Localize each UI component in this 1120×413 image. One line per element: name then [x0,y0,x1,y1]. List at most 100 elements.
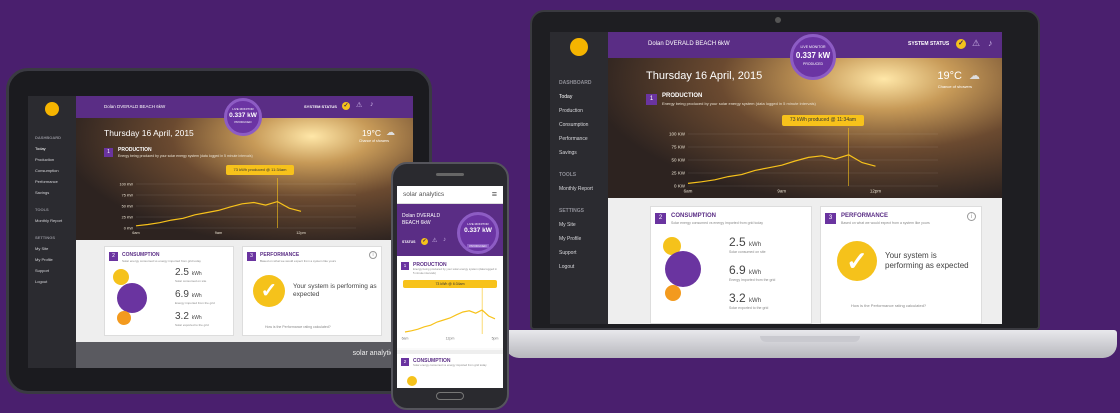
tablet-sidebar-item-my-profile[interactable]: My Profile [35,254,76,265]
tablet-consumed-value: 2.5 [175,267,189,278]
phone-consumption-desc: Solar energy consumed vs energy imported… [413,363,487,367]
tablet-exported-value-row: 3.2 kWh [175,311,202,322]
tablet-sidebar-item-logout[interactable]: Logout [35,276,76,287]
tablet-imported-value: 6.9 [175,289,189,300]
phone-live-monitor-badge: LIVE MONITOR 0.337 kW PRODUCED [457,212,499,254]
tablet-sidebar-item-production[interactable]: Production [35,154,76,165]
phone-chart-x-tick-label: 6am [402,337,409,341]
consumed-value: 2.5 [729,235,746,249]
sidebar-item-savings[interactable]: Savings [559,146,608,160]
check-icon: ✓ [837,241,877,281]
tablet-sidebar: DASHBOARD Today Production Consumption P… [28,96,76,368]
tablet-site-name: Dolan DVERALD BEACH 6kW [104,104,166,109]
consumed-label: Solar consumed on site [729,250,766,254]
sidebar-heading-dashboard: DASHBOARD [559,80,592,86]
tablet-sidebar-item-performance[interactable]: Performance [35,176,76,187]
live-monitor-value: 0.337 kW [795,51,831,60]
laptop-chart-y-tick-label: 100 KW [669,132,686,137]
notification-bell-icon[interactable]: ♪ [988,38,993,48]
performance-question[interactable]: How is the Performance rating calculated… [851,303,926,308]
tablet-sidebar-item-consumption[interactable]: Consumption [35,165,76,176]
phone-live-monitor-sub: PRODUCED [467,244,489,248]
tablet-imported-label: Energy imported from the grid [175,301,215,305]
tablet-consumed-unit: kWh [191,271,202,277]
production-chart: 100 KW75 KW50 KW25 KW0 KW6am 9am 12pm [669,128,938,194]
performance-card: 3 PERFORMANCE Based on what we would exp… [820,206,982,324]
tablet-sidebar-item-today[interactable]: Today [35,143,76,154]
tablet-performance-card: 3 PERFORMANCE Based on what we would exp… [242,246,382,336]
consumed-value-row: 2.5 kWh [729,235,761,249]
info-icon[interactable]: i [967,212,976,221]
imported-value-row: 6.9 kWh [729,263,761,277]
tablet-status-check-icon[interactable]: ✓ [342,102,350,110]
tablet-sidebar-item-savings[interactable]: Savings [35,187,76,198]
phone-live-monitor-caption: LIVE MONITOR [467,222,489,226]
sidebar-item-consumption[interactable]: Consumption [559,118,608,132]
solar-export-circle [665,285,681,301]
tablet-imported-value-row: 6.9 kWh [175,289,202,300]
sidebar-heading-tools: TOOLS [559,172,577,178]
phone-home-button[interactable] [436,392,464,400]
phone-status-label: STATUS [402,240,416,244]
tablet-consumption-card: 2 CONSUMPTION Solar energy consumed vs e… [104,246,234,336]
hamburger-menu-icon[interactable]: ≡ [492,189,497,199]
tablet-info-icon[interactable]: i [369,251,377,259]
live-monitor-badge: LIVE MONITOR 0.337 kW PRODUCED [790,34,836,80]
phone-notification-bell-icon[interactable]: ♪ [443,237,446,243]
alert-icon[interactable]: ⚠ [972,38,980,49]
site-name: Dolan DVERALD BEACH 6kW [648,41,730,47]
consumed-unit: kWh [749,242,762,248]
sidebar-item-my-profile[interactable]: My Profile [559,232,608,246]
tablet-alert-icon[interactable]: ⚠ [356,101,362,109]
tablet-performance-title: PERFORMANCE [260,252,300,258]
tablet-performance-question[interactable]: How is the Performance rating calculated… [265,325,331,329]
phone-site-name-line-2: BEACH 6kW [402,220,431,226]
laptop-screen: DASHBOARD Today Production Consumption P… [550,32,1002,324]
sidebar-item-monthly-report[interactable]: Monthly Report [559,182,608,196]
solar-logo-icon[interactable] [570,38,588,56]
tablet-chart-y-tick-label: 0 KW [124,226,134,230]
sidebar-heading-settings: SETTINGS [559,208,585,214]
sidebar-item-logout[interactable]: Logout [559,260,608,274]
tablet-solar-logo-icon[interactable] [45,102,59,116]
status-check-icon[interactable]: ✓ [956,39,966,49]
tablet-live-monitor-value: 0.337 kW [229,112,257,119]
tablet-chart-y-tick-label: 50 KW [122,204,134,208]
imported-label: Energy imported from the grid [729,278,776,282]
tablet-imported-unit: kWh [191,293,202,299]
tablet-sidebar-item-support[interactable]: Support [35,265,76,276]
tablet-notification-bell-icon[interactable]: ♪ [370,101,374,108]
tablet-sidebar-heading-dashboard: DASHBOARD [35,135,61,140]
sidebar-item-performance[interactable]: Performance [559,132,608,146]
phone-site-name-line-1: Dolan DVERALD [402,213,441,219]
phone-alert-icon[interactable]: ⚠ [432,237,437,244]
sidebar-item-support[interactable]: Support [559,246,608,260]
tablet-chart-x-tick-label: 6am [132,231,139,235]
tablet-live-monitor-sub: PRODUCED [234,120,252,124]
tablet-chart-x-tick-label: 12pm [296,231,306,235]
phone-screen: solar analytics ≡ Dolan DVERALD BEACH 6kW… [397,186,503,388]
sidebar-item-my-site[interactable]: My Site [559,218,608,232]
performance-title: PERFORMANCE [841,213,889,219]
tablet-exported-value: 3.2 [175,311,189,322]
sidebar: DASHBOARD Today Production Consumption P… [550,32,608,324]
laptop-chart-y-tick-label: 25 KW [671,171,685,176]
tablet-system-status-label: SYSTEM STATUS [304,104,337,109]
tablet-performance-message: Your system is performing as expected [293,283,377,298]
sidebar-item-production[interactable]: Production [559,104,608,118]
tablet-chart-y-tick-label: 100 KW [119,182,133,186]
sidebar-item-today[interactable]: Today [559,90,608,104]
tablet-chart-series-line [135,200,302,227]
phone-consumption-number-badge: 2 [401,358,409,366]
exported-unit: kWh [749,298,762,304]
laptop-chart-series-line [687,154,876,184]
tablet-consumed-value-row: 2.5 kWh [175,267,202,278]
tablet-sidebar-heading-settings: SETTINGS [35,235,56,240]
tablet-consumption-number-badge: 2 [109,252,118,261]
exported-label: Solar exported to the grid [729,306,769,310]
phone-logo: solar analytics [403,191,445,198]
tablet-sidebar-item-monthly-report[interactable]: Monthly Report [35,215,76,226]
tablet-sidebar-item-my-site[interactable]: My Site [35,243,76,254]
tablet-exported-label: Solar exported to the grid [175,323,209,327]
phone-status-check-icon[interactable]: ✓ [421,238,428,245]
